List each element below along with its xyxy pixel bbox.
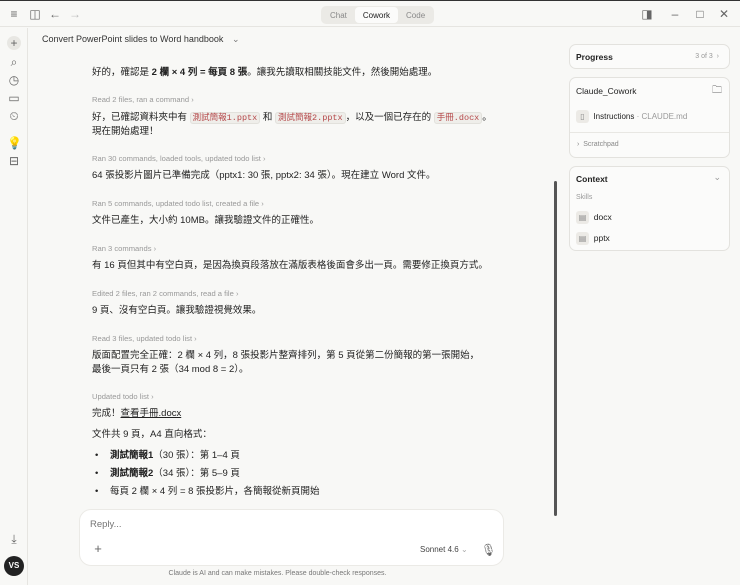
assistant-message: 文件共 9 頁，A4 直向格式：	[92, 429, 212, 440]
history-icon[interactable]: ◷	[7, 73, 21, 87]
conversation-title[interactable]: Convert PowerPoint slides to Word handbo…	[42, 34, 240, 45]
assistant-message: 完成！查看手冊.docx	[92, 408, 182, 419]
chevron-down-icon[interactable]: ⌄	[713, 172, 721, 183]
folder-name: Claude_Cowork	[576, 86, 637, 96]
skill-icon: ▤	[576, 232, 589, 245]
file-icon: ▯	[576, 110, 589, 123]
progress-count: 3 of 3 ›	[695, 53, 719, 60]
assistant-message: 文件已產生，大小約 10MB。讓我驗證文件的正確性。	[92, 215, 319, 226]
title-bar: ≡ ◫ ← → Chat Cowork Code ◨ – □ ✕	[0, 1, 740, 27]
tool-summary[interactable]: Read 3 files, updated todo list ›	[92, 334, 197, 343]
assistant-message: 版面配置完全正確：2 欄 × 4 列，8 張投影片整齊排列，第 5 頁從第二份簡…	[92, 350, 480, 375]
tab-code[interactable]: Code	[398, 7, 433, 23]
menu-icon[interactable]: ≡	[7, 7, 21, 21]
search-icon[interactable]: ⌕	[7, 55, 21, 69]
docx-link[interactable]: 查看手冊.docx	[121, 408, 182, 419]
assistant-message: 64 張投影片圖片已準備完成（pptx1: 30 張, pptx2: 34 張）…	[92, 170, 436, 181]
scheduled-icon[interactable]: ⏲	[7, 109, 21, 123]
composer: + Sonnet 4.6 ⌄ 🎙	[79, 509, 504, 566]
assistant-message: 有 16 頁但其中有空白頁，是因為換頁段落放在滿版表格後面會多出一頁。需要修正換…	[92, 260, 488, 271]
assistant-message: 好的，確認是 2 欄 × 4 列 = 每頁 8 張。讓我先讀取相關技能文件，然後…	[92, 67, 438, 78]
close-icon[interactable]: ✕	[717, 7, 731, 21]
tool-summary[interactable]: Ran 5 commands, updated todo list, creat…	[92, 199, 264, 208]
microphone-icon[interactable]: 🎙	[481, 543, 496, 557]
tool-summary[interactable]: Edited 2 files, ran 2 commands, read a f…	[92, 289, 238, 298]
file-chip: 測試簡報1.pptx	[189, 112, 261, 124]
assistant-message: 9 頁、沒有空白頁。讓我驗證視覺效果。	[92, 305, 262, 316]
tool-summary[interactable]: Read 2 files, ran a command ›	[92, 95, 194, 104]
tool-summary[interactable]: Updated todo list ›	[92, 392, 154, 401]
download-icon[interactable]: ⤓	[7, 532, 21, 546]
file-chip: 手冊.docx	[433, 112, 483, 124]
disclaimer: Claude is AI and can make mistakes. Plea…	[168, 570, 387, 577]
forward-arrow-icon[interactable]: →	[68, 7, 82, 21]
skill-pptx[interactable]: ▤ pptx	[576, 232, 610, 245]
context-card: Context ⌄ Skills ▤ docx ▤ pptx	[569, 166, 730, 251]
list-item: 測試簡報1（30 張）：第 1–4 頁	[92, 449, 492, 463]
chevron-down-icon: ⌄	[231, 34, 240, 44]
summary-list: 測試簡報1（30 張）：第 1–4 頁 測試簡報2（34 張）：第 5–9 頁 …	[92, 449, 492, 503]
ideas-icon[interactable]: 💡	[7, 136, 22, 150]
file-chip: 測試簡報2.pptx	[275, 112, 346, 124]
tab-cowork[interactable]: Cowork	[354, 7, 399, 23]
list-item: 每頁 2 欄 × 4 列 = 8 張投影片，各簡報從新頁開始	[92, 485, 492, 499]
projects-icon[interactable]: ▭	[7, 91, 21, 105]
skill-docx[interactable]: ▤ docx	[576, 211, 612, 224]
minimize-icon[interactable]: –	[668, 7, 682, 21]
sidebar-toggle-icon[interactable]: ◫	[28, 7, 42, 21]
toolbox-icon[interactable]: ⊟	[7, 154, 21, 168]
skill-icon: ▤	[576, 211, 589, 224]
model-selector[interactable]: Sonnet 4.6 ⌄	[420, 545, 468, 554]
back-arrow-icon[interactable]: ←	[48, 7, 62, 21]
assistant-message: 好，已確認資料夾中有 測試簡報1.pptx 和 測試簡報2.pptx ，以及一個已…	[92, 112, 492, 137]
folder-icon[interactable]: 🗀	[712, 83, 722, 100]
new-task-icon[interactable]: +	[7, 36, 21, 50]
folder-card: Claude_Cowork 🗀 ▯ Instructions · CLAUDE.…	[569, 77, 730, 158]
tab-chat[interactable]: Chat	[322, 7, 355, 23]
tool-summary[interactable]: Ran 3 commands ›	[92, 244, 156, 253]
mode-switcher: Chat Cowork Code	[321, 6, 435, 24]
context-label: Context	[576, 174, 608, 184]
panel-toggle-icon[interactable]: ◨	[640, 7, 654, 21]
conversation-title-text: Convert PowerPoint slides to Word handbo…	[42, 34, 224, 44]
scrollbar[interactable]	[554, 181, 557, 516]
tool-summary[interactable]: Ran 30 commands, loaded tools, updated t…	[92, 154, 266, 163]
instructions-file[interactable]: ▯ Instructions · CLAUDE.md	[576, 110, 687, 123]
progress-label: Progress	[576, 52, 613, 62]
progress-card[interactable]: Progress 3 of 3 ›	[569, 44, 730, 69]
add-attachment-icon[interactable]: +	[91, 542, 105, 556]
skills-label: Skills	[576, 194, 593, 201]
icon-rail: + ⌕ ◷ ▭ ⏲ 💡 ⊟ ⤓	[0, 28, 28, 585]
list-item: 測試簡報2（34 張）：第 5–9 頁	[92, 467, 492, 481]
reply-input[interactable]	[90, 519, 490, 530]
maximize-icon[interactable]: □	[693, 7, 707, 21]
scratchpad-toggle[interactable]: › Scratchpad	[577, 141, 619, 148]
